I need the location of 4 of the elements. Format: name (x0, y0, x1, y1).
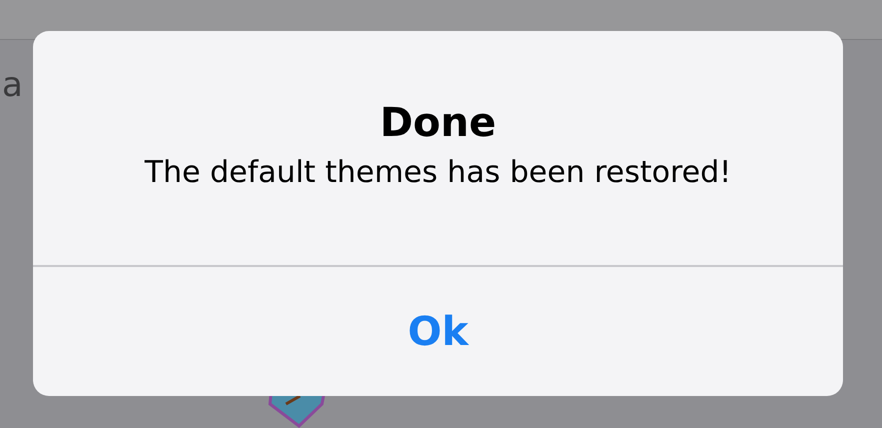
alert-message: The default themes has been restored! (144, 154, 732, 192)
alert-title: Done (380, 99, 496, 147)
ok-button[interactable]: Ok (33, 267, 843, 396)
background-text: a (2, 65, 23, 105)
